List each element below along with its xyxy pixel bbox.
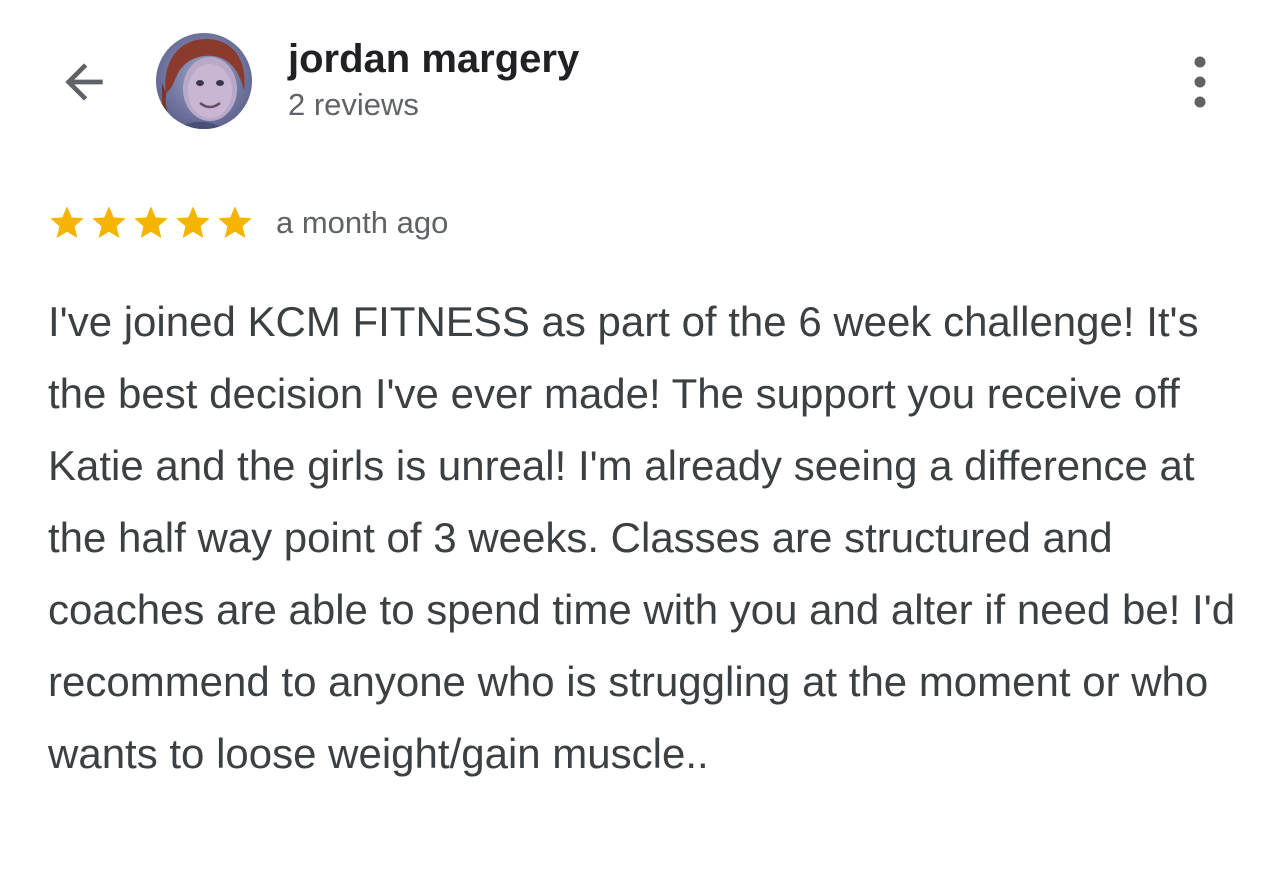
review-text: I've joined KCM FITNESS as part of the 6…	[48, 298, 1236, 777]
review-time: a month ago	[276, 205, 449, 240]
star-icon	[92, 206, 126, 238]
star-rating	[47, 203, 257, 243]
star-icon	[134, 206, 168, 238]
reviewer-name[interactable]: jordan margery	[288, 36, 579, 82]
avatar[interactable]	[156, 33, 252, 129]
more-vert-icon	[1194, 56, 1206, 108]
star-icon	[218, 206, 252, 238]
review-count: 2 reviews	[288, 87, 419, 122]
star-icon	[50, 206, 84, 238]
back-button[interactable]	[52, 50, 116, 114]
more-options-button[interactable]	[1176, 50, 1224, 114]
star-icon	[176, 206, 210, 238]
arrow-back-icon	[65, 63, 103, 101]
profile-photo	[156, 33, 252, 129]
